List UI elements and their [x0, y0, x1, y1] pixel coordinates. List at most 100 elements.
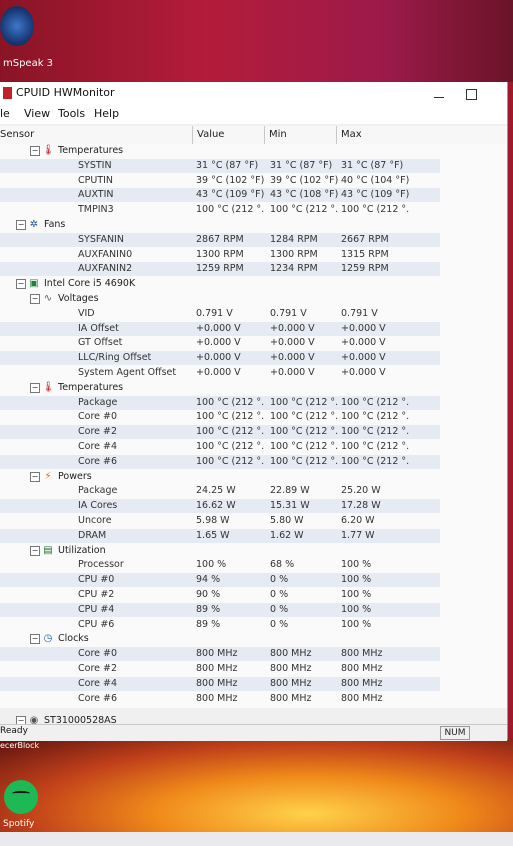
sensor-max: 800 MHz	[341, 663, 383, 674]
sensor-row[interactable]: CPU #6 89 % 0 % 100 %	[0, 618, 440, 632]
sensor-label: CPU #0	[78, 574, 115, 586]
sensor-row[interactable]: System Agent Offset +0.000 V +0.000 V +0.00…	[0, 366, 440, 380]
sensor-value: 100 %	[196, 559, 227, 571]
column-sensor[interactable]: Sensor	[0, 126, 192, 144]
minimize-button[interactable]	[432, 88, 446, 100]
sensor-max: 40 °C (104 °F)	[341, 174, 409, 186]
sensor-row[interactable]: DRAM 1.65 W 1.62 W 1.77 W	[0, 528, 440, 543]
sensor-row[interactable]: CPU #4 89 % 0 % 100 %	[0, 602, 440, 617]
sensor-min: 100 °C (212 °...	[270, 441, 338, 452]
sensor-row[interactable]: Core #4 100 °C (212 °... 100 °C (212 °... 1…	[0, 440, 440, 454]
collapse-toggle[interactable]: −	[30, 294, 40, 304]
sensor-row[interactable]: CPUTIN 39 °C (102 °F) 39 °C (102 °F) 40 °C …	[0, 174, 440, 188]
sensor-row[interactable]: Core #2 100 °C (212 °... 100 °C (212 °... 1…	[0, 425, 440, 440]
thermometer-icon: 🌡	[42, 381, 55, 393]
sensor-row[interactable]: SYSFANIN 2867 RPM 1284 RPM 2667 RPM	[0, 232, 440, 247]
menu-file[interactable]: le	[0, 107, 10, 120]
collapse-toggle[interactable]: −	[16, 220, 26, 230]
sensor-max: 100 °C (212 °...	[341, 204, 409, 216]
maximize-button[interactable]	[466, 89, 477, 100]
group-label: Utilization	[58, 544, 106, 556]
sensor-min: 0 %	[270, 603, 289, 615]
sensor-row[interactable]: AUXFANIN2 1259 RPM 1234 RPM 1259 RPM	[0, 262, 440, 277]
sensor-max: 0.791 V	[341, 307, 378, 319]
sensor-min: 1284 RPM	[270, 233, 318, 245]
collapse-toggle[interactable]: −	[30, 146, 40, 156]
sensor-value: 31 °C (87 °F)	[196, 159, 259, 171]
sensor-row[interactable]: Core #4 800 MHz 800 MHz 800 MHz	[0, 676, 440, 691]
sensor-row[interactable]: Core #2 800 MHz 800 MHz 800 MHz	[0, 662, 440, 676]
sensor-row[interactable]: IA Cores 16.62 W 15.31 W 17.28 W	[0, 499, 440, 514]
sensor-value: 800 MHz	[196, 663, 238, 674]
sensor-min: 22.89 W	[270, 485, 310, 497]
tree-group[interactable]: − ⚡ Powers	[0, 470, 440, 484]
sensor-max: 1315 RPM	[341, 248, 389, 260]
collapse-toggle[interactable]: −	[30, 545, 40, 556]
sensor-row[interactable]: LLC/Ring Offset +0.000 V +0.000 V +0.000 V	[0, 351, 440, 366]
sensor-row[interactable]: Package 24.25 W 22.89 W 25.20 W	[0, 484, 440, 498]
sensor-label: IA Offset	[78, 322, 119, 334]
tree-group[interactable]: − ∿ Voltages	[0, 292, 440, 306]
sensor-row[interactable]: Core #0 100 °C (212 °... 100 °C (212 °... 1…	[0, 410, 440, 424]
column-value[interactable]: Value	[192, 126, 264, 144]
sensor-row[interactable]: Core #0 800 MHz 800 MHz 800 MHz	[0, 647, 440, 662]
status-bar: Ready NUM	[0, 724, 507, 741]
sensor-row[interactable]: GT Offset +0.000 V +0.000 V +0.000 V	[0, 336, 440, 350]
sensor-min: 800 MHz	[270, 692, 312, 704]
sensor-label: TMPIN3	[78, 204, 114, 216]
sensor-label: Core #4	[78, 677, 118, 689]
sensor-row[interactable]: Package 100 °C (212 °... 100 °C (212 °... 1…	[0, 395, 440, 410]
menu-tools[interactable]: Tools	[58, 107, 85, 120]
sensor-row[interactable]: AUXTIN 43 °C (109 °F) 43 °C (108 °F) 43 °C …	[0, 188, 440, 203]
sensor-value: 16.62 W	[196, 500, 236, 512]
sensor-label: Package	[78, 396, 118, 408]
sensor-max: 2667 RPM	[341, 233, 389, 245]
column-min[interactable]: Min	[264, 126, 336, 144]
sensor-row[interactable]: AUXFANIN0 1300 RPM 1300 RPM 1315 RPM	[0, 248, 440, 262]
collapse-toggle[interactable]: −	[16, 279, 26, 290]
sensor-row[interactable]: CPU #0 94 % 0 % 100 %	[0, 573, 440, 588]
sensor-value: 39 °C (102 °F)	[196, 174, 264, 186]
collapse-toggle[interactable]: −	[30, 634, 40, 645]
tree-group[interactable]: − 🌡 Temperatures	[0, 381, 440, 395]
spotify-icon[interactable]	[4, 780, 38, 814]
sensor-row[interactable]: Core #6 100 °C (212 °... 100 °C (212 °... 1…	[0, 454, 440, 469]
tree-group[interactable]: − ▣ Intel Core i5 4690K	[0, 277, 440, 291]
sensor-max: +0.000 V	[341, 367, 386, 378]
sensor-label: SYSFANIN	[78, 233, 124, 245]
sensor-row[interactable]: Processor 100 % 68 % 100 %	[0, 558, 440, 572]
teamspeak-label: mSpeak 3	[3, 58, 54, 69]
sensor-row[interactable]: VID 0.791 V 0.791 V 0.791 V	[0, 307, 440, 321]
teamspeak-icon[interactable]	[0, 6, 34, 46]
sensor-value: 94 %	[196, 574, 221, 586]
tree-group[interactable]: − ◷ Clocks	[0, 632, 440, 646]
tree-group[interactable]: − 🌡 Temperatures	[0, 144, 440, 158]
sensor-min: +0.000 V	[270, 352, 315, 364]
menu-view[interactable]: View	[24, 107, 50, 120]
num-lock-indicator: NUM	[440, 726, 470, 740]
sensor-row[interactable]: Core #6 800 MHz 800 MHz 800 MHz	[0, 692, 440, 706]
voltage-icon: ∿	[43, 293, 53, 304]
sensor-max: +0.000 V	[341, 322, 386, 334]
sensor-value: 24.25 W	[196, 485, 236, 497]
tree-group[interactable]: − ▤ Utilization	[0, 544, 440, 558]
desktop-background-top	[0, 0, 513, 82]
sensor-label: Core #2	[78, 663, 118, 674]
menu-help[interactable]: Help	[94, 107, 119, 120]
column-header: Sensor Value Min Max	[0, 126, 507, 145]
sensor-row[interactable]: Uncore 5.98 W 5.80 W 6.20 W	[0, 514, 440, 528]
sensor-row[interactable]: SYSTIN 31 °C (87 °F) 31 °C (87 °F) 31 °C (8…	[0, 158, 440, 173]
sensor-label: AUXFANIN2	[78, 263, 133, 275]
sensor-row[interactable]: CPU #2 90 % 0 % 100 %	[0, 588, 440, 602]
sensor-row[interactable]: TMPIN3 100 °C (212 °... 100 °C (212 °... 10…	[0, 203, 440, 217]
sensor-max: 100 °C (212 °...	[341, 455, 409, 467]
fan-icon: ✲	[29, 219, 39, 230]
title-bar[interactable]: CPUID HWMonitor	[0, 82, 507, 104]
tree-group[interactable]: − ✲ Fans	[0, 218, 440, 232]
collapse-toggle[interactable]: −	[30, 471, 40, 482]
collapse-toggle[interactable]: −	[30, 382, 40, 393]
column-max[interactable]: Max	[336, 126, 416, 144]
sensor-tree[interactable]: − 🌡 Temperatures SYSTIN 31 °C (87 °F) 31 °C (…	[0, 144, 507, 727]
sensor-row[interactable]: IA Offset +0.000 V +0.000 V +0.000 V	[0, 321, 440, 336]
sensor-value: 0.791 V	[196, 307, 233, 319]
